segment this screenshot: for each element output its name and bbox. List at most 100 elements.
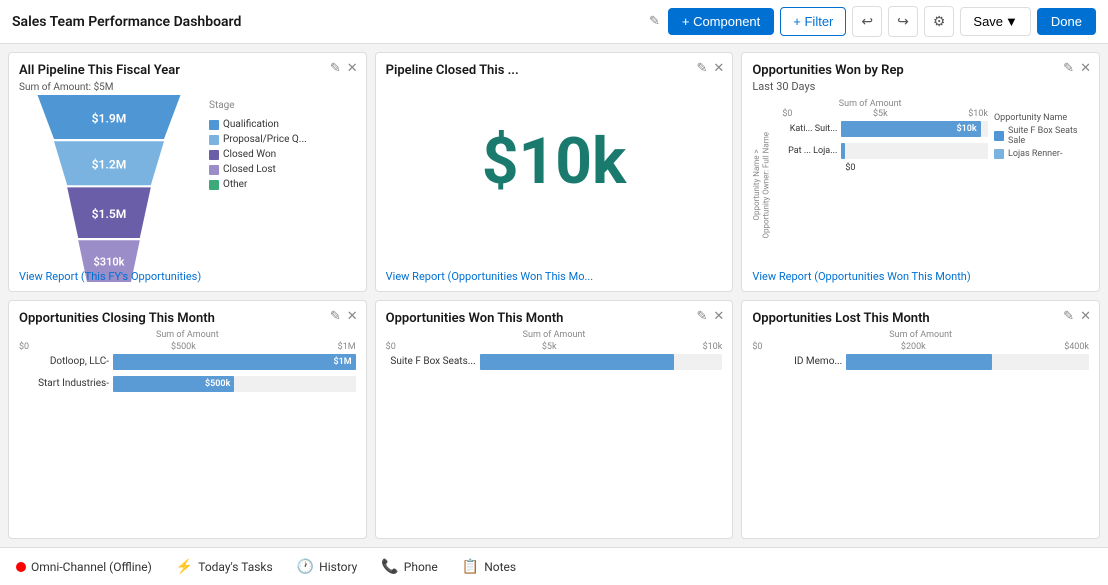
pipeline-edit-icon[interactable]: ✎ [330, 61, 341, 76]
pipeline-closed-card: Pipeline Closed This ... ✎ ✕ $10k View R… [375, 52, 734, 292]
svg-text:$310k: $310k [94, 256, 125, 269]
won-bar-fill-2 [841, 143, 845, 159]
history-item[interactable]: 🕐 History [297, 559, 358, 575]
pipeline-close-icon[interactable]: ✕ [347, 61, 358, 76]
won-legend: Opportunity Name Suite F Box Seats Sale … [994, 99, 1089, 262]
closing-row-1: Dotloop, LLC- $1M [19, 354, 356, 370]
closing-month-controls: ✎ ✕ [330, 309, 358, 324]
legend-dot-closed-won [209, 150, 219, 160]
pipeline-view-report[interactable]: View Report (This FY's Opportunities) [19, 270, 201, 283]
won-month-title: Opportunities Won This Month [386, 311, 723, 326]
phone-label: Phone [404, 560, 438, 574]
lost-month-label-1: ID Memo... [752, 356, 842, 367]
undo-button[interactable]: ↩ [852, 6, 882, 37]
legend-item-proposal: Proposal/Price Q... [209, 134, 356, 145]
history-icon: 🕐 [297, 559, 314, 575]
lost-month-fill-1 [846, 354, 992, 370]
notes-label: Notes [484, 560, 516, 574]
omni-channel-label: Omni-Channel (Offline) [31, 560, 152, 574]
pipeline-closed-controls: ✎ ✕ [697, 61, 725, 76]
redo-button[interactable]: ↪ [888, 6, 918, 37]
add-filter-button[interactable]: + Filter [780, 7, 846, 36]
won-by-rep-title: Opportunities Won by Rep [752, 63, 1089, 78]
pipeline-closed-title: Pipeline Closed This ... [386, 63, 723, 78]
closing-track-2: $500k [113, 376, 356, 392]
won-bar-fill-1: $10k [841, 121, 980, 137]
settings-button[interactable]: ⚙ [924, 6, 955, 37]
won-y-axis-label: Opportunity Name >Opportunity Owner: Ful… [752, 109, 782, 262]
closing-month-title: Opportunities Closing This Month [19, 311, 356, 326]
omni-channel-item[interactable]: Omni-Channel (Offline) [16, 560, 152, 574]
tasks-item[interactable]: ⚡ Today's Tasks [176, 559, 273, 575]
won-by-rep-edit-icon[interactable]: ✎ [1063, 61, 1074, 76]
tasks-label: Today's Tasks [198, 560, 272, 574]
bottom-bar: Omni-Channel (Offline) ⚡ Today's Tasks 🕐… [0, 547, 1108, 585]
notes-icon: 📋 [462, 559, 479, 575]
legend-item-other: Other [209, 179, 356, 190]
pipeline-closed-close-icon[interactable]: ✕ [713, 61, 724, 76]
lost-month-x-labels: $0 $200k $400k [752, 342, 1089, 352]
won-bars-area: $0 $5k $10k Kati... Suit... $10k [782, 109, 988, 262]
closing-month-chart: Sum of Amount $0 $500k $1M Dotloop, LLC-… [19, 330, 356, 392]
legend-item-closed-lost: Closed Lost [209, 164, 356, 175]
won-axis-title: Sum of Amount [752, 99, 988, 109]
won-month-fill-1 [480, 354, 674, 370]
header: Sales Team Performance Dashboard ✎ + Com… [0, 0, 1108, 44]
pipeline-card-controls: ✎ ✕ [330, 61, 358, 76]
won-month-chart: Sum of Amount $0 $5k $10k Suite F Box Se… [386, 330, 723, 370]
pipeline-card-title: All Pipeline This Fiscal Year [19, 63, 356, 78]
save-button[interactable]: Save ▼ [960, 7, 1031, 36]
edit-title-icon[interactable]: ✎ [649, 14, 660, 29]
won-month-card: Opportunities Won This Month ✎ ✕ Sum of … [375, 300, 734, 540]
dashboard-grid: All Pipeline This Fiscal Year ✎ ✕ Sum of… [0, 44, 1108, 547]
lost-month-track-1 [846, 354, 1089, 370]
lost-month-close-icon[interactable]: ✕ [1080, 309, 1091, 324]
lost-month-axis-title: Sum of Amount [752, 330, 1089, 340]
pipeline-closed-big-number: $10k [386, 80, 723, 243]
funnel-legend: Stage Qualification Proposal/Price Q... … [209, 100, 356, 190]
won-month-edit-icon[interactable]: ✎ [697, 309, 708, 324]
phone-item[interactable]: 📞 Phone [381, 559, 437, 575]
pipeline-closed-view-report[interactable]: View Report (Opportunities Won This Mo..… [386, 270, 594, 283]
omni-channel-status-dot [16, 562, 26, 572]
won-month-row-1: Suite F Box Seats... [386, 354, 723, 370]
dashboard-title: Sales Team Performance Dashboard [12, 14, 635, 30]
closing-month-edit-icon[interactable]: ✎ [330, 309, 341, 324]
lost-month-edit-icon[interactable]: ✎ [1063, 309, 1074, 324]
closing-label-1: Dotloop, LLC- [19, 356, 109, 367]
won-bar-track-1: $10k [841, 121, 988, 137]
svg-text:$1.2M: $1.2M [92, 158, 127, 172]
done-button[interactable]: Done [1037, 8, 1096, 35]
legend-item-closed-won: Closed Won [209, 149, 356, 160]
lost-month-row-1: ID Memo... [752, 354, 1089, 370]
won-legend-dot-lojas [994, 149, 1004, 159]
won-chart-body: Opportunity Name >Opportunity Owner: Ful… [752, 109, 988, 262]
won-row-2: Pat ... Loja... $0 [782, 143, 988, 159]
funnel-area: Sum of Amount: $5M $1.9M $1.2M $1.5M $31… [19, 82, 356, 292]
add-component-button[interactable]: + Component [668, 8, 774, 35]
lost-month-card: Opportunities Lost This Month ✎ ✕ Sum of… [741, 300, 1100, 540]
pipeline-card: All Pipeline This Fiscal Year ✎ ✕ Sum of… [8, 52, 367, 292]
legend-dot-closed-lost [209, 165, 219, 175]
lost-month-title: Opportunities Lost This Month [752, 311, 1089, 326]
won-legend-item-lojas: Lojas Renner- [994, 149, 1089, 159]
legend-dot-proposal [209, 135, 219, 145]
won-by-rep-close-icon[interactable]: ✕ [1080, 61, 1091, 76]
pipeline-closed-edit-icon[interactable]: ✎ [697, 61, 708, 76]
closing-fill-2: $500k [113, 376, 234, 392]
won-x-labels: $0 $5k $10k [782, 109, 988, 119]
closing-row-2: Start Industries- $500k [19, 376, 356, 392]
won-month-close-icon[interactable]: ✕ [713, 309, 724, 324]
header-actions: + Component + Filter ↩ ↪ ⚙ Save ▼ Done [668, 6, 1096, 37]
history-label: History [319, 560, 357, 574]
won-by-rep-view-report[interactable]: View Report (Opportunities Won This Mont… [752, 270, 970, 283]
won-month-x-labels: $0 $5k $10k [386, 342, 723, 352]
legend-item-qualification: Qualification [209, 119, 356, 130]
funnel-chart: $1.9M $1.2M $1.5M $310k [19, 95, 199, 292]
notes-item[interactable]: 📋 Notes [462, 559, 516, 575]
closing-axis-title: Sum of Amount [19, 330, 356, 340]
closing-x-labels: $0 $500k $1M [19, 342, 356, 352]
lost-month-chart: Sum of Amount $0 $200k $400k ID Memo... [752, 330, 1089, 370]
closing-month-close-icon[interactable]: ✕ [347, 309, 358, 324]
won-month-controls: ✎ ✕ [697, 309, 725, 324]
